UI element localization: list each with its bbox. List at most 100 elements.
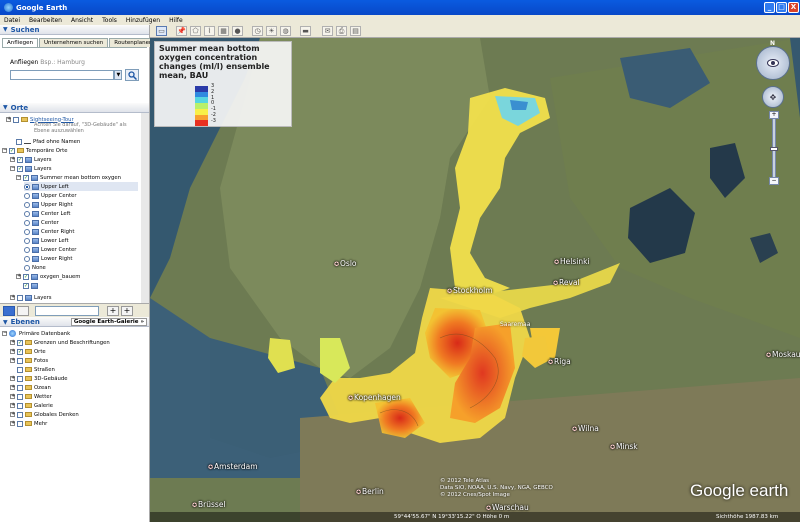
zoom-handle[interactable] bbox=[770, 147, 778, 151]
move-up-button[interactable]: + bbox=[107, 305, 119, 316]
search-places-button[interactable] bbox=[3, 305, 15, 316]
place-label[interactable]: Oslo bbox=[334, 259, 356, 268]
checkbox[interactable]: ✓ bbox=[17, 348, 23, 355]
menu-view[interactable]: Ansicht bbox=[71, 17, 93, 24]
expand-icon[interactable]: + bbox=[10, 157, 15, 162]
sunlight-button[interactable]: ☀ bbox=[266, 26, 277, 36]
place-label[interactable]: Moskau bbox=[766, 350, 800, 359]
placemark-button[interactable]: 📌 bbox=[176, 26, 187, 36]
tour-button[interactable]: ● bbox=[232, 26, 243, 36]
place-label[interactable]: Brüssel bbox=[192, 500, 226, 509]
places-panel-header[interactable]: ▼ Orte bbox=[0, 103, 149, 113]
expand-icon[interactable]: + bbox=[10, 349, 15, 354]
tree-item[interactable]: − ✓ Temporäre Orte bbox=[2, 146, 67, 155]
email-button[interactable]: ✉ bbox=[322, 26, 333, 36]
place-label[interactable]: Wilna bbox=[572, 424, 599, 433]
checkbox[interactable] bbox=[17, 357, 23, 364]
tab-find-business[interactable]: Unternehmen suchen bbox=[39, 38, 109, 47]
tree-item[interactable]: + Layers bbox=[10, 293, 52, 302]
tree-item-selected[interactable]: Upper Left bbox=[24, 182, 138, 191]
tree-item[interactable]: − ✓ Summer mean bottom oxygen bbox=[16, 173, 121, 182]
expand-icon[interactable]: + bbox=[10, 403, 15, 408]
tab-fly-to[interactable]: Anfliegen bbox=[2, 38, 38, 47]
place-label[interactable]: Saaremaa bbox=[500, 321, 530, 328]
place-label[interactable]: Reval bbox=[553, 278, 580, 287]
move-joystick[interactable]: ✥ bbox=[762, 86, 784, 108]
tree-item[interactable]: Lower Left bbox=[24, 236, 69, 245]
expand-icon[interactable]: − bbox=[2, 331, 7, 336]
tree-item[interactable]: + ✓ Layers bbox=[10, 155, 52, 164]
checkbox[interactable] bbox=[17, 294, 23, 301]
places-filter-input[interactable] bbox=[35, 305, 99, 316]
tree-item[interactable]: Pfad ohne Namen bbox=[16, 137, 80, 146]
tree-item[interactable]: Lower Right bbox=[24, 254, 73, 263]
search-button[interactable] bbox=[125, 69, 139, 81]
tree-item[interactable]: + Galerie bbox=[10, 401, 53, 410]
collapse-arrow-icon[interactable]: ▼ bbox=[3, 26, 8, 33]
checkbox[interactable] bbox=[17, 402, 23, 409]
zoom-in-button[interactable]: + bbox=[769, 111, 779, 119]
checkbox[interactable]: ✓ bbox=[23, 282, 29, 289]
tree-item[interactable]: Lower Center bbox=[24, 245, 76, 254]
radio-button[interactable] bbox=[24, 264, 30, 271]
place-label[interactable]: Warschau bbox=[486, 503, 529, 512]
path-button[interactable]: ⌇ bbox=[204, 26, 215, 36]
tree-item[interactable]: + Ozean bbox=[10, 383, 51, 392]
checkbox[interactable] bbox=[16, 138, 22, 145]
checkbox[interactable]: ✓ bbox=[17, 165, 23, 172]
place-label[interactable]: Stockholm bbox=[447, 286, 493, 295]
place-label[interactable]: Amsterdam bbox=[208, 462, 258, 471]
radio-button[interactable] bbox=[24, 183, 30, 190]
radio-button[interactable] bbox=[24, 219, 30, 226]
tree-item[interactable]: Center Right bbox=[24, 227, 74, 236]
tree-item[interactable]: + Mehr bbox=[10, 419, 47, 428]
tree-item[interactable]: − Primäre Datenbank bbox=[2, 329, 70, 338]
collapse-arrow-icon[interactable]: ▼ bbox=[3, 319, 8, 326]
panel-toggle-button[interactable] bbox=[17, 305, 29, 316]
tree-item[interactable]: ✓ bbox=[16, 281, 40, 290]
maximize-button[interactable]: □ bbox=[776, 2, 787, 13]
menu-tools[interactable]: Tools bbox=[102, 17, 117, 24]
tree-item[interactable]: + ✓ oxygen_bauem bbox=[16, 272, 80, 281]
expand-icon[interactable]: + bbox=[6, 117, 11, 122]
radio-button[interactable] bbox=[24, 201, 30, 208]
tree-item[interactable]: − ✓ Layers bbox=[10, 164, 52, 173]
zoom-out-button[interactable]: − bbox=[769, 177, 779, 185]
tree-item[interactable]: + ✓ Orte bbox=[10, 347, 46, 356]
place-label[interactable]: Berlin bbox=[356, 487, 384, 496]
radio-button[interactable] bbox=[24, 237, 30, 244]
expand-icon[interactable]: + bbox=[10, 340, 15, 345]
expand-icon[interactable]: − bbox=[2, 148, 7, 153]
checkbox[interactable] bbox=[17, 375, 23, 382]
tree-item[interactable]: Upper Center bbox=[24, 191, 77, 200]
ruler-button[interactable]: ▬ bbox=[300, 26, 311, 36]
expand-icon[interactable]: − bbox=[16, 175, 21, 180]
tree-item[interactable]: Center Left bbox=[24, 209, 70, 218]
sidebar-toggle-button[interactable]: ▭ bbox=[156, 26, 167, 36]
earth-gallery-button[interactable]: Google Earth-Galerie » bbox=[70, 317, 147, 326]
menu-edit[interactable]: Bearbeiten bbox=[29, 17, 62, 24]
checkbox[interactable]: ✓ bbox=[17, 156, 23, 163]
expand-icon[interactable]: + bbox=[16, 274, 21, 279]
image-overlay-button[interactable]: ▦ bbox=[218, 26, 229, 36]
minimize-button[interactable]: _ bbox=[764, 2, 775, 13]
tree-item[interactable]: + Wetter bbox=[10, 392, 52, 401]
checkbox[interactable] bbox=[17, 393, 23, 400]
checkbox[interactable] bbox=[17, 411, 23, 418]
search-panel-header[interactable]: ▼ Suchen bbox=[0, 25, 149, 35]
maps-button[interactable]: ▤ bbox=[350, 26, 361, 36]
tree-item[interactable]: + Globales Denken bbox=[10, 410, 79, 419]
earth-map-view[interactable]: Summer mean bottom oxygen concentration … bbox=[150, 38, 800, 522]
checkbox[interactable]: ✓ bbox=[23, 174, 29, 181]
close-button[interactable]: X bbox=[788, 2, 799, 13]
checkbox[interactable]: ✓ bbox=[23, 273, 29, 280]
radio-button[interactable] bbox=[24, 210, 30, 217]
planets-button[interactable]: ◍ bbox=[280, 26, 291, 36]
tree-item[interactable]: +3D-Gebäude bbox=[10, 374, 68, 383]
tree-item[interactable]: None bbox=[24, 263, 46, 272]
expand-icon[interactable]: + bbox=[10, 376, 15, 381]
expand-icon[interactable]: + bbox=[10, 385, 15, 390]
place-label[interactable]: Helsinki bbox=[554, 257, 590, 266]
expand-icon[interactable]: + bbox=[10, 295, 15, 300]
tree-item[interactable]: Straßen bbox=[10, 365, 55, 374]
